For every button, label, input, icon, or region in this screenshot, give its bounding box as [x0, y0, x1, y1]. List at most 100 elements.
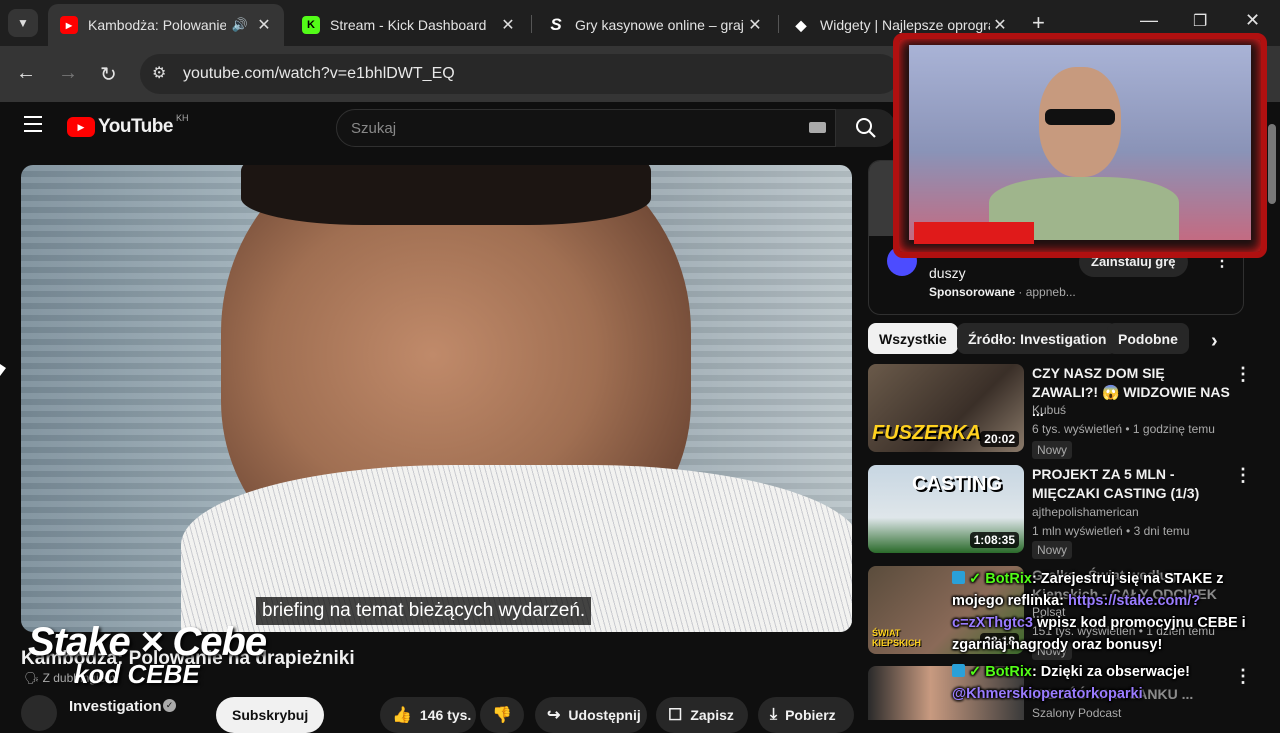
tab-title: Widgety | Najlepsze oprogra — [820, 17, 990, 33]
chip-similar[interactable]: Podobne — [1107, 323, 1189, 354]
chip-label: Wszystkie — [879, 330, 947, 347]
download-label: Pobierz — [785, 707, 836, 723]
ad-title: duszy — [929, 265, 966, 281]
search-placeholder: Szukaj — [351, 120, 397, 137]
menu-icon[interactable] — [24, 116, 42, 132]
channel-name[interactable]: ajthepolishamerican — [1032, 505, 1139, 519]
like-count: 146 tys. — [419, 707, 472, 723]
tab-search-dropdown[interactable]: ▼ — [8, 9, 38, 37]
verified-icon: ✓ — [163, 699, 176, 712]
close-tab-icon[interactable]: ✕ — [990, 15, 1010, 35]
mouse-cursor-icon — [0, 364, 6, 376]
close-tab-icon[interactable]: ✕ — [254, 15, 274, 35]
subtitle-text: briefing na temat bieżących wydarzeń. — [262, 600, 586, 621]
channel-name[interactable]: Szalony Podcast — [1032, 706, 1121, 720]
channel-name[interactable]: Investigation — [69, 698, 162, 715]
thumb-text: ŚWIAT KIEPSKICH — [872, 628, 922, 648]
channel-avatar[interactable] — [21, 695, 57, 731]
verified-check-icon: ✓ — [969, 571, 982, 587]
verified-check-icon: ✓ — [969, 664, 982, 680]
chip-all[interactable]: Wszystkie — [868, 323, 958, 354]
tab-stake[interactable]: S Gry kasynowe online – graj w ✕ — [535, 4, 775, 46]
person-hair — [241, 165, 651, 225]
chat-mention[interactable]: @Khmerskioperatorkoparki — [952, 686, 1143, 702]
share-button[interactable]: ↪ Udostępnij — [535, 697, 647, 733]
restore-icon[interactable]: ❐ — [1193, 11, 1207, 31]
tab-youtube[interactable]: ▶ Kambodża: Polowanie na 🔊 ✕ — [48, 4, 284, 46]
video-thumbnail[interactable]: FUSZERKA 20:02 — [868, 364, 1024, 452]
sponsored-label: Sponsorowane — [929, 285, 1016, 299]
dislike-button[interactable]: 👎 — [480, 697, 524, 733]
dislike-icon: 👎 — [492, 707, 512, 724]
bot-icon — [952, 664, 965, 677]
keyboard-icon[interactable] — [809, 122, 826, 133]
search-button[interactable] — [836, 109, 896, 147]
save-label: Zapisz — [690, 707, 734, 723]
video-player[interactable]: briefing na temat bieżących wydarzeń. — [21, 165, 852, 632]
youtube-logo[interactable]: ▶ YouTube KH — [67, 113, 189, 138]
tab-separator — [778, 15, 779, 33]
search-input[interactable]: Szukaj — [336, 109, 836, 147]
close-tab-icon[interactable]: ✕ — [745, 15, 765, 35]
download-icon: ⤓ — [770, 706, 778, 723]
chip-label: Podobne — [1118, 330, 1178, 347]
share-icon: ↪ — [547, 707, 561, 724]
tab-title: Kambodża: Polowanie na — [88, 17, 226, 33]
tab-title: Stream - Kick Dashboard — [330, 17, 487, 33]
chat-username[interactable]: BotRix — [985, 571, 1032, 587]
stake-icon: S — [550, 15, 562, 34]
view-meta: 6 tys. wyświetleń • 1 godzinę temu — [1032, 422, 1215, 436]
new-badge: Nowy — [1032, 441, 1073, 459]
share-label: Udostępnij — [568, 707, 641, 723]
tab-separator — [531, 15, 532, 33]
thumb-text: FUSZERKA — [872, 422, 981, 444]
duration-badge: 20:02 — [980, 431, 1019, 447]
close-tab-icon[interactable]: ✕ — [498, 15, 518, 35]
ad-sponsored: Sponsorowane · appneb... — [929, 285, 1076, 299]
like-icon: 👍 — [392, 707, 412, 724]
view-meta: 1 mln wyświetleń • 3 dni temu — [1032, 524, 1190, 538]
video-title-link[interactable]: PROJEKT ZA 5 MLN - MIĘCZAKI CASTING (1/3… — [1032, 465, 1232, 503]
site-info-icon[interactable]: ⚙ — [152, 63, 166, 83]
chat-message: ✓ BotRix: Zarejestruj się na STAKE z moj… — [952, 568, 1274, 656]
chevron-right-icon[interactable]: › — [1211, 330, 1218, 353]
chat-username[interactable]: BotRix — [985, 664, 1032, 680]
chat-message: ✓ BotRix: Dzięki za obserwacje! @Khmersk… — [952, 661, 1274, 705]
like-button[interactable]: 👍 146 tys. — [380, 697, 476, 733]
back-icon[interactable]: ← — [16, 62, 36, 85]
tab-kick[interactable]: K Stream - Kick Dashboard ✕ — [290, 4, 528, 46]
bot-icon — [952, 571, 965, 584]
duration-badge: 1:08:35 — [969, 532, 1019, 548]
speaker-icon[interactable]: 🔊 — [232, 17, 248, 33]
kick-icon: K — [302, 16, 320, 34]
reload-icon[interactable]: ↻ — [100, 62, 117, 87]
close-window-icon[interactable]: ✕ — [1245, 10, 1260, 31]
ad-dot: · — [1018, 285, 1026, 299]
save-icon: ☐ — [668, 707, 683, 724]
minimize-icon[interactable]: — — [1140, 10, 1158, 31]
subtitle-box: briefing na temat bieżących wydarzeń. — [256, 597, 592, 625]
url-box[interactable]: ⚙ youtube.com/watch?v=e1bhlDWT_EQ — [140, 54, 900, 94]
scrollbar-thumb[interactable] — [1268, 124, 1276, 204]
video-thumbnail[interactable]: CASTING 1:08:35 — [868, 465, 1024, 553]
subscribe-label: Subskrybuj — [232, 707, 309, 723]
url-text[interactable]: youtube.com/watch?v=e1bhlDWT_EQ — [183, 65, 455, 83]
search-icon — [856, 118, 876, 138]
sunglasses-icon — [1045, 109, 1115, 125]
youtube-icon: ▶ — [60, 16, 78, 34]
youtube-play-icon: ▶ — [67, 117, 95, 137]
chip-source[interactable]: Źródło: Investigation — [957, 323, 1118, 354]
country-code: KH — [175, 113, 189, 123]
stream-brand-overlay: Stake × Cebe kod CEBE — [28, 620, 267, 690]
chip-label: Źródło: Investigation — [968, 330, 1107, 347]
webcam-overlay — [893, 33, 1267, 258]
scrollbar[interactable] — [1268, 104, 1276, 720]
channel-name[interactable]: Kubuś — [1032, 403, 1066, 417]
save-button[interactable]: ☐ Zapisz — [656, 697, 748, 733]
more-icon[interactable]: ⋮ — [1234, 364, 1252, 385]
subscribe-button[interactable]: Subskrybuj — [216, 697, 325, 733]
download-button[interactable]: ⤓ Pobierz — [758, 697, 854, 733]
widget-icon: ◆ — [795, 16, 807, 33]
more-icon[interactable]: ⋮ — [1234, 465, 1252, 486]
forward-icon[interactable]: → — [58, 62, 78, 85]
